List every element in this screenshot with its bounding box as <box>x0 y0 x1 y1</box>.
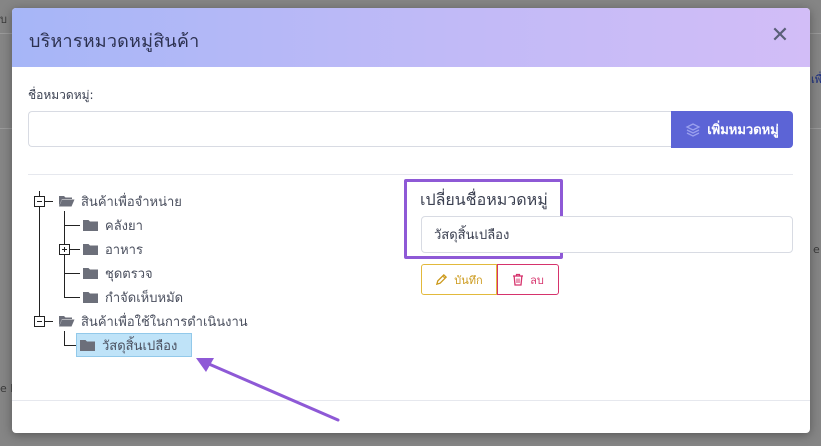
tree-toggle-expand[interactable] <box>59 244 70 255</box>
folder-icon <box>83 292 98 303</box>
tree-node-label: คลังยา <box>105 218 143 234</box>
footer-divider <box>12 400 810 401</box>
tree-toggle-collapse[interactable] <box>34 316 45 327</box>
tree-node-label: สินค้าเพื่อจำหน่าย <box>81 194 182 210</box>
folder-icon <box>80 340 95 351</box>
background-text: e <box>813 243 820 256</box>
tree-toggle-collapse[interactable] <box>34 196 45 207</box>
tree-connector <box>39 206 40 322</box>
save-label: บันทึก <box>454 273 483 287</box>
tree-node-label: ชุดตรวจ <box>105 266 153 282</box>
tree-node-selected[interactable]: วัสดุสิ้นเปลือง <box>76 333 192 357</box>
tree-node[interactable]: กำจัดเห็บหมัด <box>80 287 185 307</box>
background-text: บ <box>0 13 7 26</box>
tree-connector <box>64 225 80 226</box>
tree-node[interactable]: อาหาร <box>80 239 145 259</box>
rename-input[interactable] <box>421 216 793 253</box>
tree-node-group[interactable]: สินค้าเพื่อจำหน่าย <box>56 191 184 211</box>
tree-node-label: วัสดุสิ้นเปลือง <box>102 338 178 354</box>
tree-node[interactable]: คลังยา <box>80 215 145 235</box>
tree-connector <box>64 297 80 298</box>
save-button[interactable]: บันทึก <box>421 264 497 295</box>
pencil-icon <box>436 273 448 286</box>
tree-node-label: สินค้าเพื่อใช้ในการดำเนินงาน <box>81 314 248 330</box>
tree-node-label: กำจัดเห็บหมัด <box>105 290 184 306</box>
tree-connector <box>64 345 76 346</box>
tree-connector <box>45 201 53 202</box>
folder-icon <box>83 244 98 255</box>
folder-icon <box>83 268 98 279</box>
tree-node[interactable]: ชุดตรวจ <box>80 263 155 283</box>
delete-label: ลบ <box>530 273 544 287</box>
delete-button[interactable]: ลบ <box>497 264 559 295</box>
category-modal: บริหารหมวดหมู่สินค้า ✕ ชื่อหมวดหมู่: เพิ… <box>12 8 810 433</box>
tree-connector <box>64 273 80 274</box>
folder-open-icon <box>59 316 75 327</box>
background-link[interactable]: เพื่ <box>811 70 821 88</box>
trash-icon <box>513 273 524 286</box>
tree-connector <box>64 331 65 345</box>
folder-icon <box>83 220 98 231</box>
tree-connector <box>45 321 53 322</box>
tree-connector <box>70 249 80 250</box>
folder-open-icon <box>59 196 75 207</box>
rename-title: เปลี่ยนชื่อหมวดหมู่ <box>420 190 548 209</box>
tree-node-group[interactable]: สินค้าเพื่อใช้ในการดำเนินงาน <box>56 311 250 331</box>
tree-node-label: อาหาร <box>105 242 143 258</box>
